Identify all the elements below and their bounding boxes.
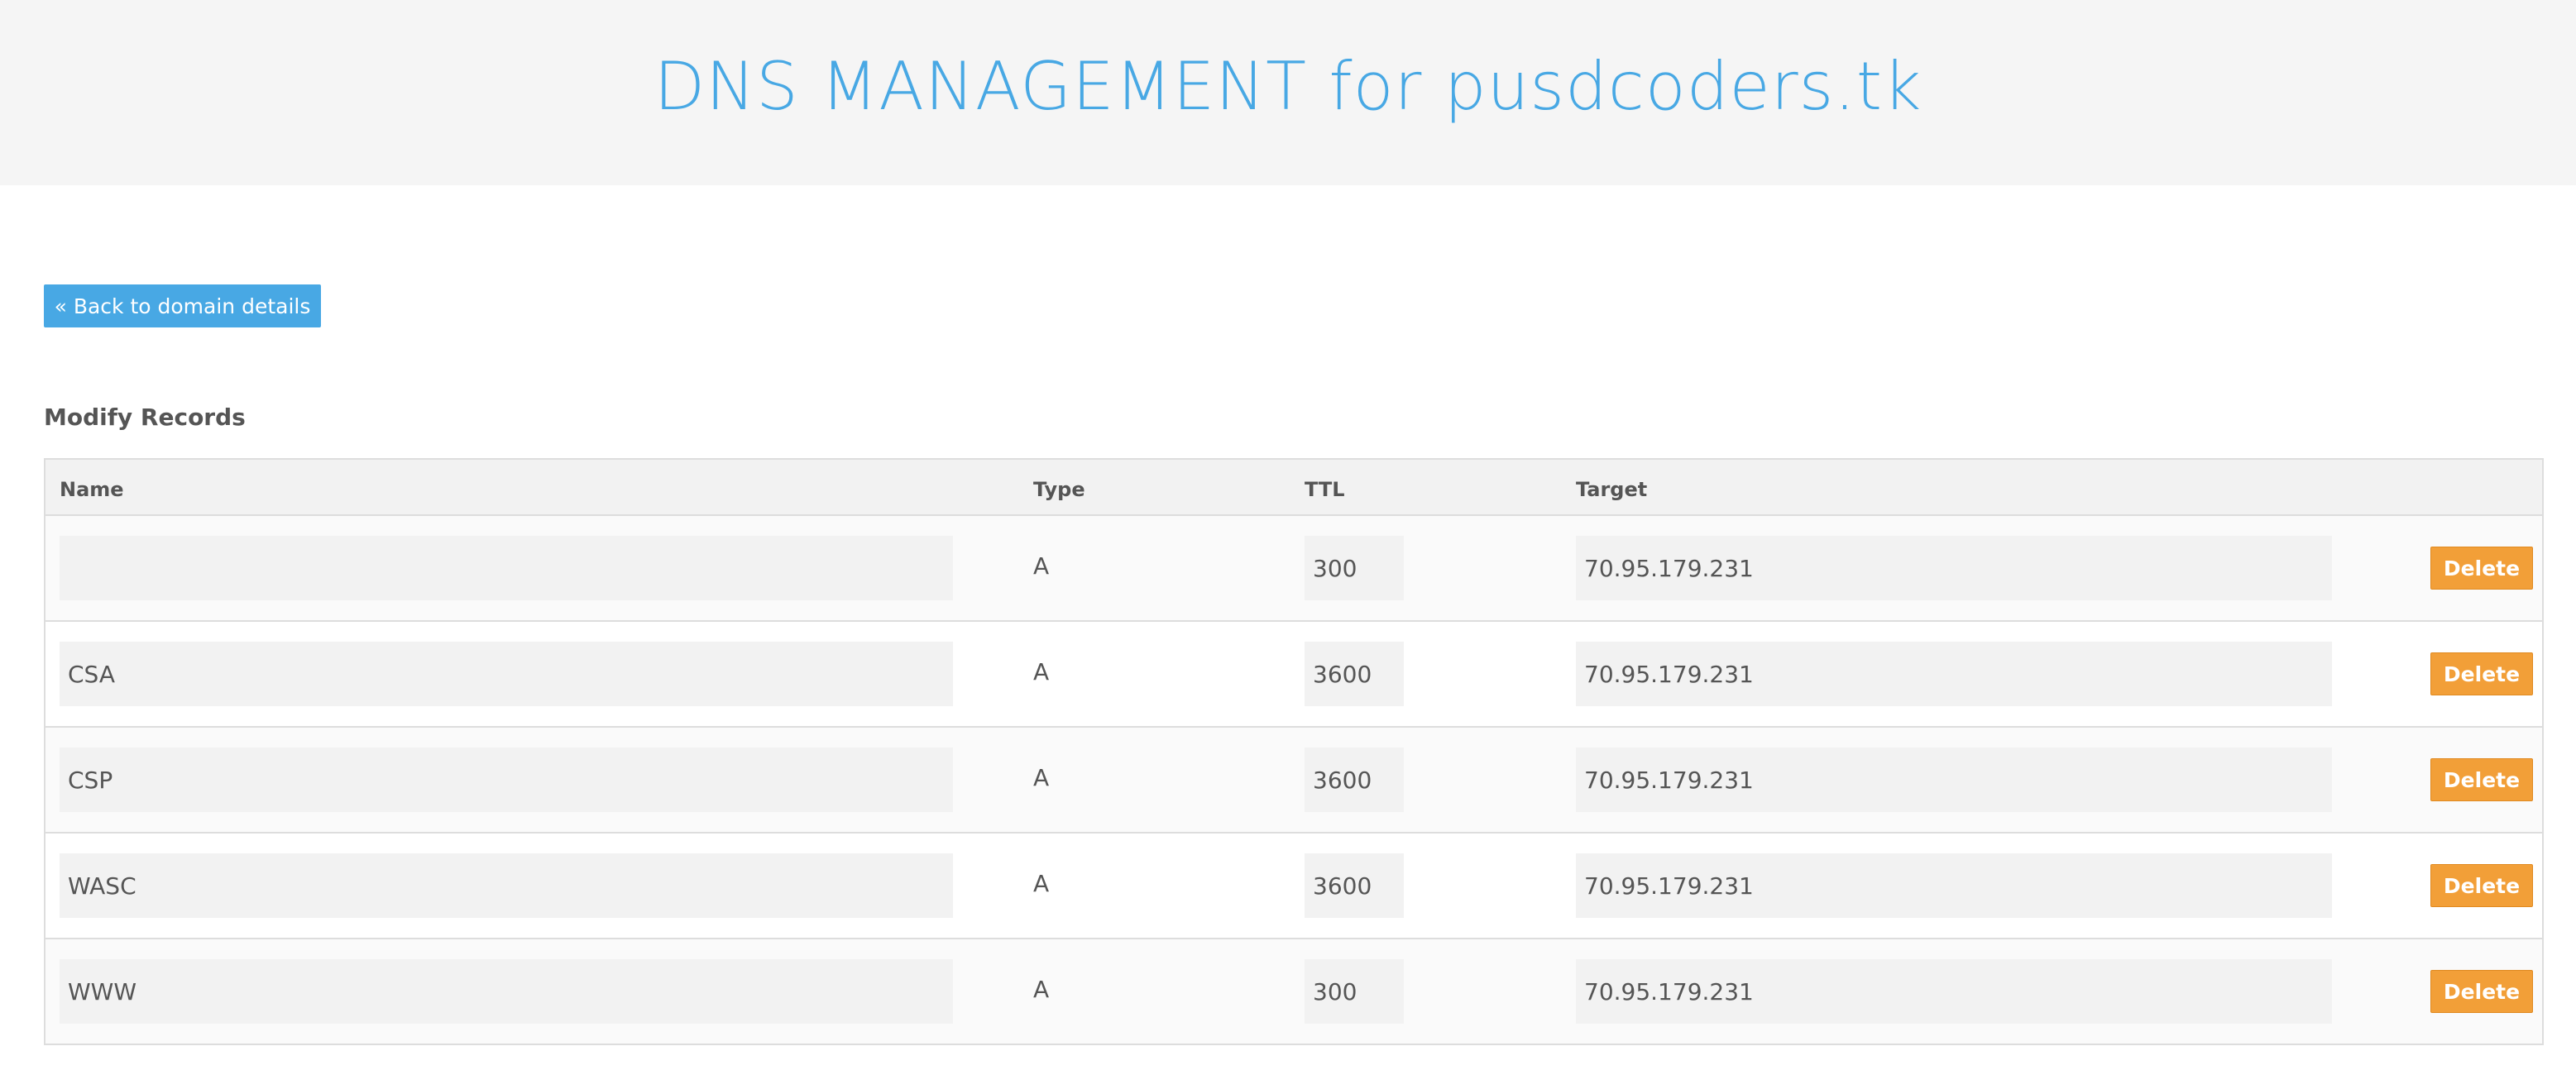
- record-type: A: [1033, 658, 1050, 685]
- delete-record-button[interactable]: Delete: [2430, 547, 2533, 590]
- record-name-input[interactable]: [60, 536, 953, 600]
- record-ttl-input[interactable]: [1305, 642, 1404, 706]
- delete-record-button[interactable]: Delete: [2430, 758, 2533, 801]
- record-target-input[interactable]: [1576, 536, 2332, 600]
- record-type: A: [1033, 764, 1050, 791]
- table-row: A Delete: [45, 516, 2542, 622]
- delete-record-button[interactable]: Delete: [2430, 652, 2533, 695]
- delete-record-button[interactable]: Delete: [2430, 970, 2533, 1013]
- table-row: A Delete: [45, 834, 2542, 939]
- column-header-ttl: TTL: [1305, 478, 1345, 501]
- table-row: A Delete: [45, 728, 2542, 834]
- record-ttl-input[interactable]: [1305, 748, 1404, 812]
- table-header: Name Type TTL Target: [45, 460, 2542, 516]
- record-ttl-input[interactable]: [1305, 536, 1404, 600]
- record-type: A: [1033, 870, 1050, 897]
- table-row: A Delete: [45, 622, 2542, 728]
- record-name-input[interactable]: [60, 642, 953, 706]
- records-table: Name Type TTL Target A Delete A Delete A…: [44, 458, 2544, 1045]
- table-body: A Delete A Delete A Delete A Delete: [45, 516, 2542, 1044]
- delete-record-button[interactable]: Delete: [2430, 864, 2533, 907]
- section-title: Modify Records: [44, 404, 246, 431]
- record-name-input[interactable]: [60, 959, 953, 1024]
- record-name-input[interactable]: [60, 748, 953, 812]
- column-header-name: Name: [60, 478, 124, 501]
- record-type: A: [1033, 552, 1050, 580]
- record-target-input[interactable]: [1576, 748, 2332, 812]
- table-row: A Delete: [45, 939, 2542, 1044]
- record-type: A: [1033, 976, 1050, 1003]
- record-ttl-input[interactable]: [1305, 853, 1404, 918]
- record-name-input[interactable]: [60, 853, 953, 918]
- column-header-target: Target: [1576, 478, 1648, 501]
- page-title: DNS MANAGEMENT for pusdcoders.tk: [654, 47, 1922, 125]
- record-target-input[interactable]: [1576, 959, 2332, 1024]
- back-to-domain-details-button[interactable]: « Back to domain details: [44, 284, 321, 327]
- column-header-type: Type: [1033, 478, 1085, 501]
- page-header: DNS MANAGEMENT for pusdcoders.tk: [0, 0, 2576, 185]
- record-target-input[interactable]: [1576, 853, 2332, 918]
- record-ttl-input[interactable]: [1305, 959, 1404, 1024]
- record-target-input[interactable]: [1576, 642, 2332, 706]
